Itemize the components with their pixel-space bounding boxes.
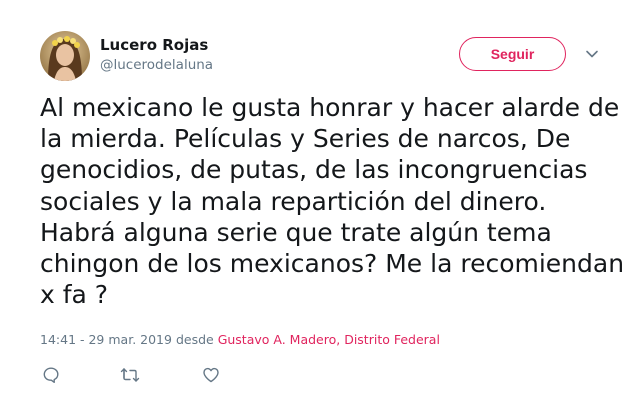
- chevron-down-icon[interactable]: [584, 46, 600, 62]
- location-prefix: desde: [175, 332, 214, 347]
- follow-button[interactable]: Seguir: [459, 37, 566, 71]
- tweet-text: Al mexicano le gusta honrar y hacer alar…: [40, 93, 625, 310]
- heart-icon[interactable]: [200, 364, 222, 386]
- tweet-card: Lucero Rojas @lucerodelaluna Seguir Al m…: [0, 0, 640, 412]
- tweet-location[interactable]: Gustavo A. Madero, Distrito Federal: [218, 332, 440, 347]
- tweet-meta: 14:41 - 29 mar. 2019 desde Gustavo A. Ma…: [40, 332, 440, 347]
- reply-icon[interactable]: [40, 364, 62, 386]
- author-handle[interactable]: @lucerodelaluna: [100, 57, 213, 73]
- author-name[interactable]: Lucero Rojas: [100, 36, 208, 54]
- tweet-timestamp[interactable]: 14:41 - 29 mar. 2019: [40, 332, 172, 347]
- retweet-icon[interactable]: [119, 364, 141, 386]
- avatar[interactable]: [40, 31, 90, 81]
